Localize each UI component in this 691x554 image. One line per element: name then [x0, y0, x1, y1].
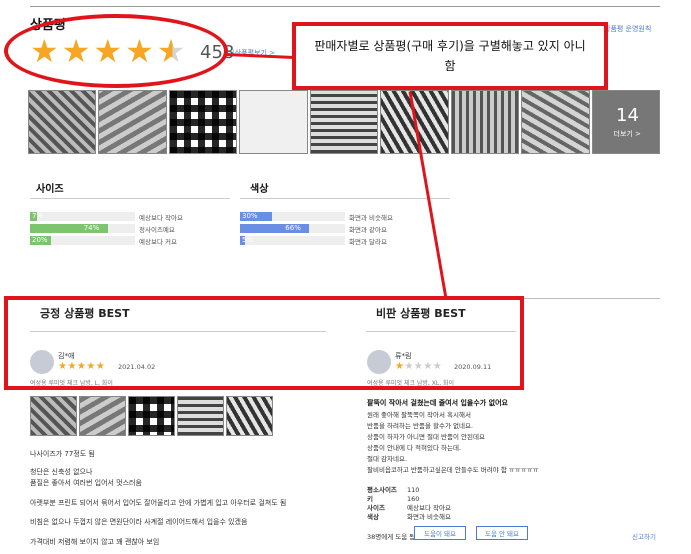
negative-review-line: 팔비비옵코하고 반품하고싶은데 안들수도 버려야 함 ㅠㅠㅠㅠㅠ [367, 466, 539, 474]
size-bar-row: 7% 예상보다 작아요 [30, 212, 183, 222]
negative-review-line: 반품을 하려하는 반품을 할수가 없네요. [367, 422, 474, 430]
color-bar-percent: 5% [242, 236, 254, 244]
review-photo[interactable] [239, 90, 308, 154]
positive-review-text: 품질은 좋아서 여러번 입어서 멋스러움 [30, 479, 142, 487]
color-bar-label: 화면과 달라요 [349, 237, 387, 246]
review-policy-link[interactable]: 상품평 운영원칙 [604, 24, 651, 34]
positive-review-text: 아랫부분 프린트 되어서 묶어서 입어도 잘어울리고 안에 가볍게 입고 아우터… [30, 499, 287, 507]
negative-review-text: 원래 좋아해 팔뚝쪽이 작아서 혹시해서 반품을 하려하는 반품을 할수가 없네… [367, 410, 539, 476]
review-photo[interactable] [177, 396, 224, 436]
helpful-no-button[interactable]: 도움 안 돼요 [476, 526, 528, 540]
report-link[interactable]: 신고하기 [632, 531, 656, 541]
negative-review-line: 상품이 하자가 아니면 절대 반품이 안된데요 [367, 433, 485, 441]
review-photo-strip: 14 더보기 > [28, 90, 660, 154]
size-bar-track: 20% [30, 236, 135, 245]
color-bar-row: 30% 화면과 비슷해요 [240, 212, 393, 222]
color-bar-label: 화면과 같아요 [349, 225, 387, 234]
positive-review-text: 청단은 신축성 없으나 [30, 468, 93, 476]
size-bar-percent: 74% [83, 224, 100, 232]
color-bar-percent: 66% [285, 224, 301, 232]
color-bar-percent: 30% [242, 212, 258, 220]
color-bar-label: 화면과 비슷해요 [349, 213, 393, 222]
size-bar-label: 예상보다 작아요 [139, 213, 183, 222]
helpful-yes-button[interactable]: 도움이 돼요 [414, 526, 466, 540]
attribute-row: 사이즈 예상보다 작아요 [367, 504, 451, 512]
helpful-prompt: 38명에게 도움 됨 [367, 533, 416, 541]
review-photo[interactable] [128, 396, 175, 436]
color-bar-track: 5% [240, 236, 345, 245]
more-photos-button[interactable]: 14 더보기 > [591, 90, 660, 154]
review-photo[interactable] [450, 90, 520, 154]
negative-review-line: 상품이 안내에 다 적혀있다 하는데. [367, 444, 462, 452]
size-bar-track: 74% [30, 224, 135, 233]
negative-review-line: 절대 감자네요. [367, 455, 408, 463]
size-bar-percent: 7% [32, 212, 44, 220]
color-bar-track: 66% [240, 224, 345, 233]
positive-review-text: 비침은 없으나 두껍지 않은 면원단이라 사계절 레이어드해서 입을수 있겠음 [30, 518, 248, 526]
color-survey-title: 색상 [250, 184, 269, 195]
size-bar-row: 74% 정사이즈예요 [30, 224, 175, 234]
review-photo[interactable] [98, 90, 167, 154]
annotation-highlight-box [4, 296, 524, 390]
attribute-row: 평소사이즈 110 [367, 486, 420, 494]
annotation-connector-line [225, 53, 295, 59]
size-bar-track: 7% [30, 212, 135, 221]
size-bar-label: 예상보다 커요 [139, 237, 177, 246]
attribute-row: 색상 화면과 비슷해요 [367, 513, 451, 521]
positive-review-text: 가격대비 저렴해 보이지 않고 꽤 괜찮아 보임 [30, 538, 160, 546]
negative-review-attributes: 평소사이즈 110 키 160 사이즈 예상보다 작아요 색상 화면과 비슷해요 [367, 486, 451, 522]
size-survey-divider [30, 198, 230, 199]
attribute-row: 키 160 [367, 495, 420, 503]
positive-review-photos [30, 396, 273, 436]
size-bar-label: 정사이즈예요 [139, 225, 175, 234]
color-bar-row: 5% 화면과 달라요 [240, 236, 387, 246]
positive-review-text: 나사이즈가 77정도 됨 [30, 450, 95, 458]
annotation-callout: 판매자별로 상품평(구매 후기)을 구별해놓고 있지 아니함 [292, 22, 608, 90]
size-bar-percent: 20% [32, 236, 48, 244]
review-photo[interactable] [226, 396, 273, 436]
annotation-callout-text: 판매자별로 상품평(구매 후기)을 구별해놓고 있지 아니함 [314, 39, 586, 73]
color-bar-track: 30% [240, 212, 345, 221]
more-photos-count: 14 [616, 105, 639, 126]
review-photo[interactable] [28, 90, 97, 154]
review-photo[interactable] [168, 90, 238, 154]
size-bar-row: 20% 예상보다 커요 [30, 236, 177, 246]
negative-review-line: 원래 좋아해 팔뚝쪽이 작아서 혹시해서 [367, 411, 471, 419]
color-survey-divider [240, 198, 450, 199]
review-photo[interactable] [30, 396, 77, 436]
negative-review-headline: 팔뚝이 작아서 걸쳤는데 줄여서 입을수가 없어요 [367, 399, 508, 407]
size-survey-title: 사이즈 [36, 184, 64, 195]
review-photo[interactable] [79, 396, 126, 436]
annotation-highlight-ellipse [4, 14, 228, 88]
more-photos-label: 더보기 > [613, 130, 641, 138]
review-photo[interactable] [309, 90, 379, 154]
top-divider [30, 6, 660, 7]
color-bar-row: 66% 화면과 같아요 [240, 224, 387, 234]
review-photo[interactable] [521, 90, 590, 154]
